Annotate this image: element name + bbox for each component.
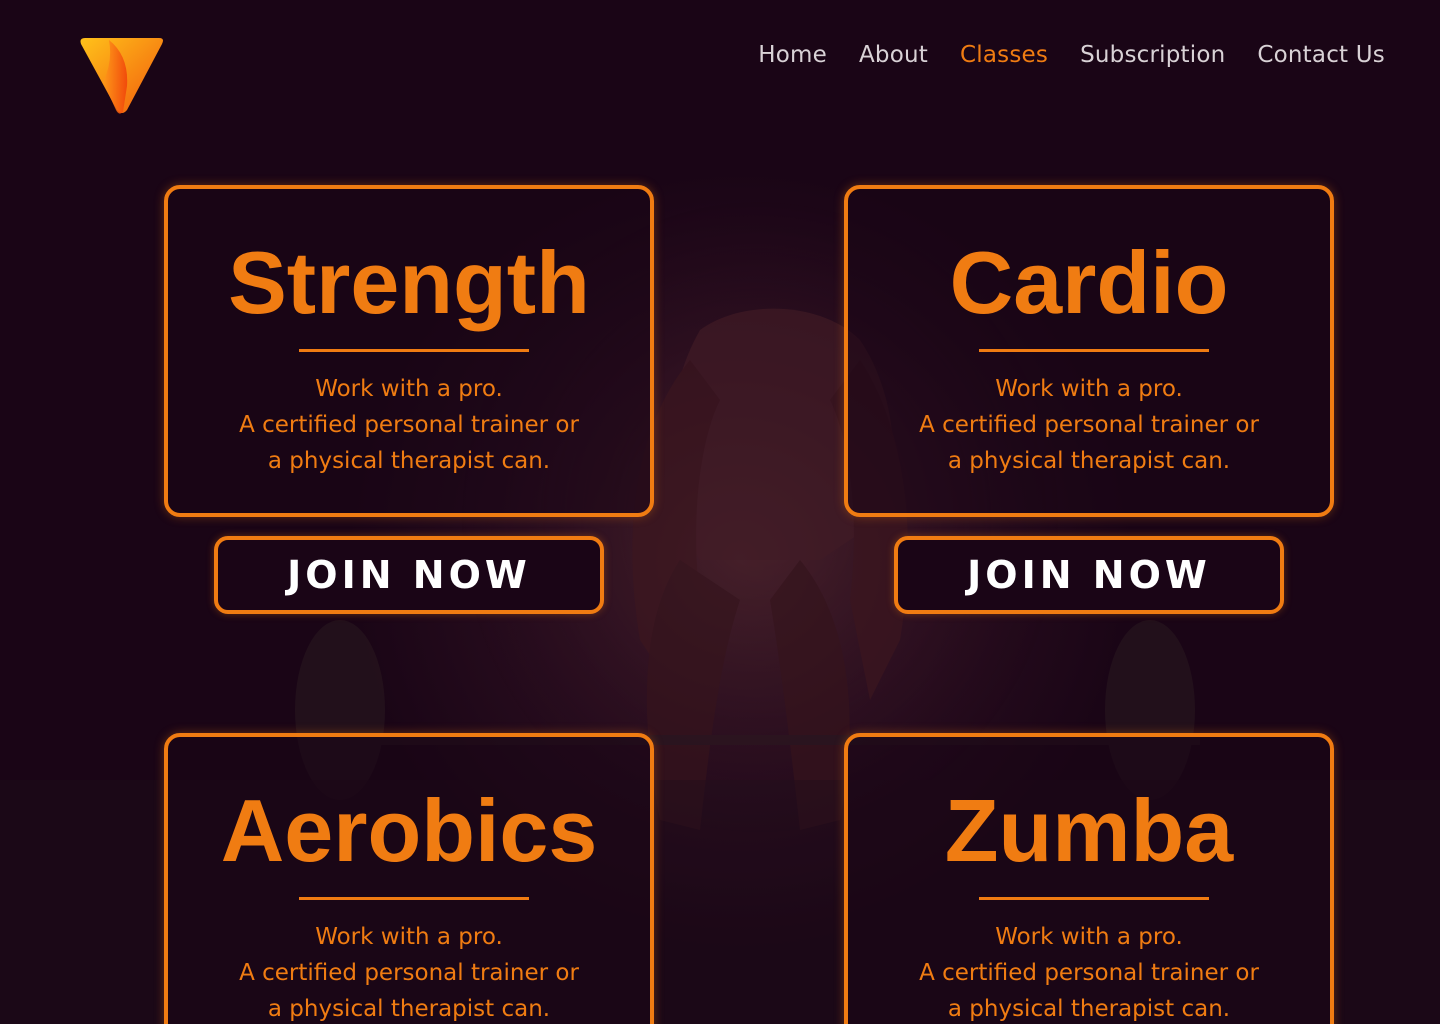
card-description: Work with a pro. A certified personal tr… <box>848 919 1330 1024</box>
nav-classes[interactable]: Classes <box>960 40 1048 70</box>
card-line: Work with a pro. <box>995 376 1183 402</box>
card-line: Work with a pro. <box>315 376 503 402</box>
card-title: Cardio <box>949 233 1229 332</box>
card-line: A certified personal trainer or <box>239 412 579 438</box>
class-card-zumba: Zumba Work with a pro. A certified perso… <box>844 733 1334 1024</box>
card-description: Work with a pro. A certified personal tr… <box>168 371 650 479</box>
card-divider <box>299 349 529 352</box>
class-card-cardio: Cardio Work with a pro. A certified pers… <box>844 185 1334 517</box>
class-card-aerobics: Aerobics Work with a pro. A certified pe… <box>164 733 654 1024</box>
card-line: A certified personal trainer or <box>919 412 1259 438</box>
nav-home[interactable]: Home <box>758 40 827 70</box>
card-line: A certified personal trainer or <box>239 960 579 986</box>
nav-contact-us[interactable]: Contact Us <box>1257 40 1385 70</box>
nav-subscription[interactable]: Subscription <box>1080 40 1225 70</box>
join-now-button-strength[interactable]: JOIN NOW <box>214 536 604 614</box>
nav-about[interactable]: About <box>859 40 928 70</box>
classes-page: Home About Classes Subscription Contact … <box>0 0 1440 1024</box>
card-description: Work with a pro. A certified personal tr… <box>848 371 1330 479</box>
card-description: Work with a pro. A certified personal tr… <box>168 919 650 1024</box>
card-line: Work with a pro. <box>995 924 1183 950</box>
card-title: Zumba <box>944 781 1234 880</box>
card-title: Strength <box>228 233 590 332</box>
card-line: a physical therapist can. <box>267 448 551 474</box>
card-title: Aerobics <box>220 781 598 880</box>
logo-icon[interactable] <box>79 36 165 116</box>
card-divider <box>299 897 529 900</box>
card-line: a physical therapist can. <box>267 996 551 1022</box>
card-line: A certified personal trainer or <box>919 960 1259 986</box>
card-line: a physical therapist can. <box>947 996 1231 1022</box>
join-now-button-cardio[interactable]: JOIN NOW <box>894 536 1284 614</box>
class-card-strength: Strength Work with a pro. A certified pe… <box>164 185 654 517</box>
main-navigation: Home About Classes Subscription Contact … <box>758 40 1385 70</box>
card-line: a physical therapist can. <box>947 448 1231 474</box>
card-line: Work with a pro. <box>315 924 503 950</box>
card-divider <box>979 897 1209 900</box>
card-divider <box>979 349 1209 352</box>
